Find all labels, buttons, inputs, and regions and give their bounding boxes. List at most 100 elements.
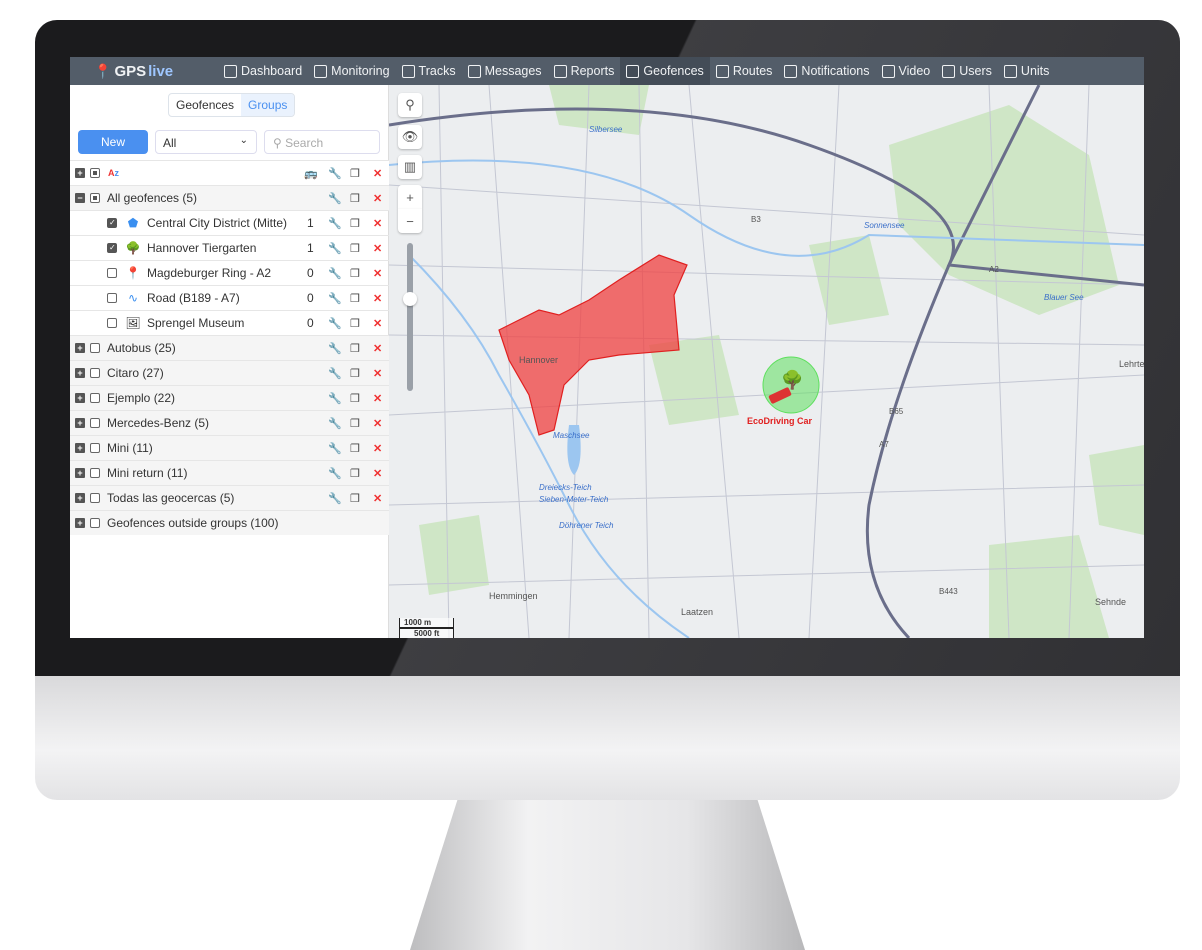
delete-icon[interactable]: ✕ [373, 217, 382, 230]
wrench-icon[interactable]: 🔧 [328, 392, 342, 405]
group-row[interactable]: + Mini (11) 🔧 ❐ ✕ [70, 435, 389, 460]
geofence-checkbox[interactable] [107, 293, 117, 303]
nav-notifications[interactable]: Notifications [778, 57, 875, 85]
geofence-row[interactable]: 🖼 Sprengel Museum 0 🔧 ❐ ✕ [70, 310, 389, 335]
nav-geofences[interactable]: Geofences [620, 57, 710, 85]
group-checkbox[interactable] [90, 493, 100, 503]
select-all-checkbox[interactable] [90, 168, 100, 178]
zoom-out-button[interactable]: − [398, 209, 422, 233]
group-row[interactable]: + Ejemplo (22) 🔧 ❐ ✕ [70, 385, 389, 410]
group-row[interactable]: + Mini return (11) 🔧 ❐ ✕ [70, 460, 389, 485]
copy-icon[interactable]: ❐ [350, 317, 360, 330]
delete-icon[interactable]: ✕ [373, 492, 382, 505]
nav-tracks[interactable]: Tracks [396, 57, 462, 85]
group-row[interactable]: + Todas las geocercas (5) 🔧 ❐ ✕ [70, 485, 389, 510]
group-checkbox[interactable] [90, 518, 100, 528]
nav-reports[interactable]: Reports [548, 57, 621, 85]
bus-icon[interactable]: 🚌 [304, 167, 318, 180]
wrench-icon[interactable]: 🔧 [328, 417, 342, 430]
wrench-icon[interactable]: 🔧 [328, 442, 342, 455]
delete-icon[interactable]: ✕ [373, 317, 382, 330]
group-row[interactable]: + Autobus (25) 🔧 ❐ ✕ [70, 335, 389, 360]
group-row[interactable]: + Citaro (27) 🔧 ❐ ✕ [70, 360, 389, 385]
nav-dashboard[interactable]: Dashboard [218, 57, 308, 85]
geofence-checkbox[interactable] [107, 268, 117, 278]
zoom-slider[interactable] [407, 243, 413, 391]
geofence-checkbox[interactable] [107, 243, 117, 253]
geofence-row[interactable]: ⬟ Central City District (Mitte) 1 🔧 ❐ ✕ [70, 210, 389, 235]
delete-icon[interactable]: ✕ [373, 367, 382, 380]
tab-groups[interactable]: Groups [241, 94, 295, 116]
search-input[interactable]: ⚲ Search [264, 130, 380, 154]
copy-icon[interactable]: ❐ [350, 417, 360, 430]
delete-icon[interactable]: ✕ [373, 442, 382, 455]
zoom-in-button[interactable]: + [398, 185, 422, 209]
wrench-icon[interactable]: 🔧 [328, 292, 342, 305]
nav-messages[interactable]: Messages [462, 57, 548, 85]
geofence-row[interactable]: 📍 Magdeburger Ring - A2 0 🔧 ❐ ✕ [70, 260, 389, 285]
nav-units[interactable]: Units [998, 57, 1055, 85]
expand-icon[interactable]: + [75, 443, 85, 453]
nav-monitoring[interactable]: Monitoring [308, 57, 395, 85]
group-checkbox[interactable] [90, 368, 100, 378]
group-checkbox[interactable] [90, 343, 100, 353]
map[interactable]: ⚲ 👁 ▥ + − Hannover Maschsee Hemmingen La… [389, 85, 1144, 638]
copy-icon[interactable]: ❐ [350, 342, 360, 355]
expand-icon[interactable]: + [75, 518, 85, 528]
copy-icon[interactable]: ❐ [350, 467, 360, 480]
copy-icon[interactable]: ❐ [350, 492, 360, 505]
expand-icon[interactable]: + [75, 493, 85, 503]
copy-icon[interactable]: ❐ [350, 242, 360, 255]
wrench-icon[interactable]: 🔧 [328, 267, 342, 280]
geofence-row[interactable]: 🌳 Hannover Tiergarten 1 🔧 ❐ ✕ [70, 235, 389, 260]
group-checkbox[interactable] [90, 193, 100, 203]
copy-icon[interactable]: ❐ [350, 267, 360, 280]
wrench-icon[interactable]: 🔧 [328, 342, 342, 355]
expand-icon[interactable]: + [75, 468, 85, 478]
copy-icon[interactable]: ❐ [350, 217, 360, 230]
wrench-icon[interactable]: 🔧 [328, 492, 342, 505]
eye-icon[interactable]: 👁 [398, 125, 422, 149]
tab-geofences[interactable]: Geofences [169, 94, 241, 116]
delete-icon[interactable]: ✕ [373, 267, 382, 280]
group-checkbox[interactable] [90, 443, 100, 453]
wrench-icon[interactable]: 🔧 [328, 242, 342, 255]
delete-icon[interactable]: ✕ [373, 242, 382, 255]
delete-icon[interactable]: ✕ [373, 417, 382, 430]
unit-label[interactable]: EcoDriving Car [747, 416, 812, 426]
expand-icon[interactable]: + [75, 368, 85, 378]
copy-icon[interactable]: ❐ [350, 392, 360, 405]
delete-icon[interactable]: ✕ [373, 192, 382, 205]
logo[interactable]: 📍 GPS live [94, 63, 218, 80]
nav-users[interactable]: Users [936, 57, 998, 85]
delete-icon[interactable]: ✕ [373, 342, 382, 355]
group-checkbox[interactable] [90, 393, 100, 403]
copy-icon[interactable]: ❐ [350, 167, 360, 180]
wrench-icon[interactable]: 🔧 [328, 192, 342, 205]
wrench-icon[interactable]: 🔧 [328, 167, 342, 180]
copy-icon[interactable]: ❐ [350, 367, 360, 380]
group-checkbox[interactable] [90, 418, 100, 428]
map-search-icon[interactable]: ⚲ [398, 93, 422, 117]
group-checkbox[interactable] [90, 468, 100, 478]
copy-icon[interactable]: ❐ [350, 292, 360, 305]
delete-icon[interactable]: ✕ [373, 467, 382, 480]
expand-icon[interactable]: + [75, 418, 85, 428]
geofence-row[interactable]: ∿ Road (B189 - A7) 0 🔧 ❐ ✕ [70, 285, 389, 310]
expand-all-icon[interactable]: + [75, 168, 85, 178]
new-button[interactable]: New [78, 130, 148, 154]
filter-select[interactable]: All ⌄ [155, 130, 257, 154]
wrench-icon[interactable]: 🔧 [328, 217, 342, 230]
delete-icon[interactable]: ✕ [373, 292, 382, 305]
group-row-outside[interactable]: + Geofences outside groups (100) [70, 510, 389, 535]
collapse-icon[interactable]: − [75, 193, 85, 203]
delete-icon[interactable]: ✕ [373, 392, 382, 405]
wrench-icon[interactable]: 🔧 [328, 317, 342, 330]
nav-routes[interactable]: Routes [710, 57, 779, 85]
delete-icon[interactable]: ✕ [373, 167, 382, 180]
group-row-all[interactable]: − All geofences (5) 🔧 ❐ ✕ [70, 185, 389, 210]
geofence-checkbox[interactable] [107, 318, 117, 328]
wrench-icon[interactable]: 🔧 [328, 467, 342, 480]
geofence-checkbox[interactable] [107, 218, 117, 228]
map-layers-icon[interactable]: ▥ [398, 155, 422, 179]
